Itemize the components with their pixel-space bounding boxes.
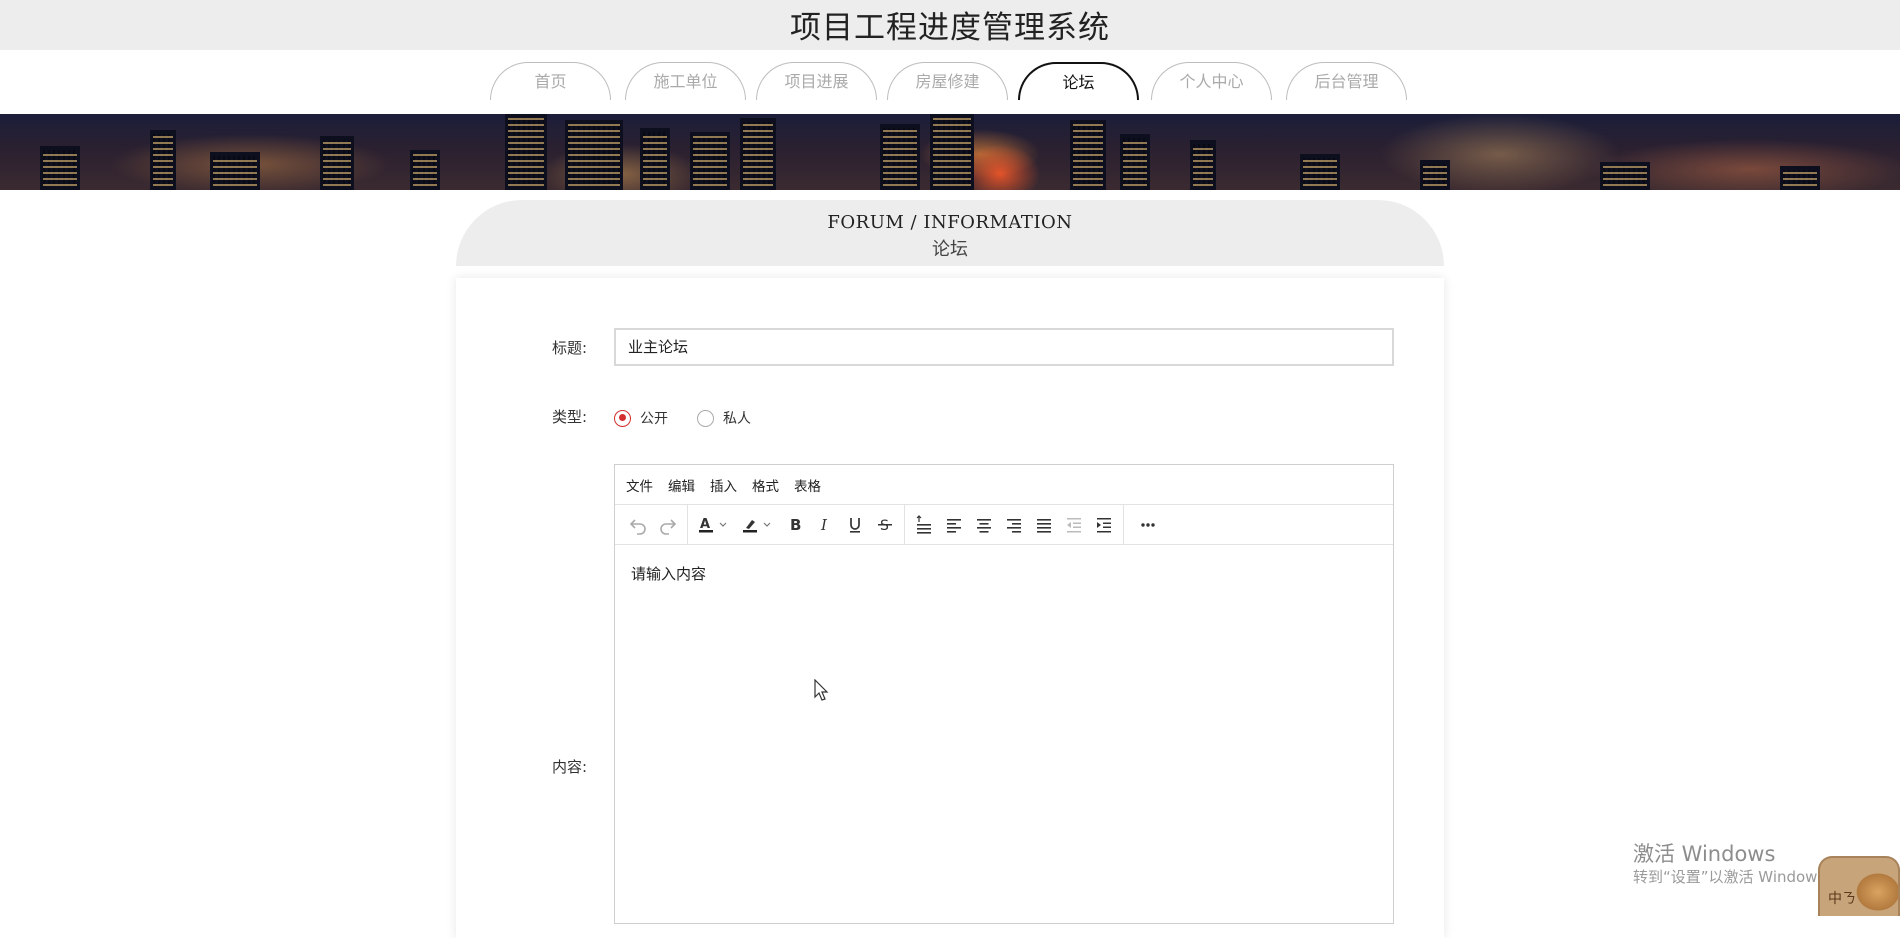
tab-house-building[interactable]: 房屋修建 xyxy=(887,62,1008,100)
section-title-cn: 论坛 xyxy=(932,239,968,260)
toolbar-divider xyxy=(904,505,905,544)
menu-file[interactable]: 文件 xyxy=(626,475,653,495)
align-center-icon[interactable] xyxy=(969,510,999,540)
tab-admin[interactable]: 后台管理 xyxy=(1286,62,1407,100)
rich-text-editor: 文件 编辑 插入 格式 表格 A B I S 请输入内容 xyxy=(614,464,1394,924)
editor-content-area[interactable]: 请输入内容 xyxy=(615,545,1393,602)
app-header: 项目工程进度管理系统 xyxy=(0,0,1900,50)
strikethrough-icon[interactable]: S xyxy=(870,510,900,540)
outdent-icon[interactable] xyxy=(1059,510,1089,540)
tab-construction-units[interactable]: 施工单位 xyxy=(625,62,746,100)
text-color-icon[interactable]: A xyxy=(692,510,736,540)
title-input[interactable]: 业主论坛 xyxy=(614,328,1394,366)
mascot-label: 中ㄋ xyxy=(1828,891,1856,907)
radio-public-circle xyxy=(614,409,631,427)
indent-icon[interactable] xyxy=(1089,510,1119,540)
toolbar-divider xyxy=(687,505,688,544)
windows-activation-hint: 转到“设置”以激活 Windows。 xyxy=(1633,868,1841,886)
align-justify-icon[interactable] xyxy=(1029,510,1059,540)
align-left-icon[interactable] xyxy=(939,510,969,540)
line-height-icon[interactable] xyxy=(909,510,939,540)
radio-private[interactable]: 私人 xyxy=(697,408,751,428)
bold-icon[interactable]: B xyxy=(780,510,810,540)
section-header: FORUM / INFORMATION 论坛 xyxy=(456,200,1444,266)
editor-toolbar: A B I S xyxy=(615,505,1393,545)
undo-icon[interactable] xyxy=(623,510,653,540)
section-title-en: FORUM / INFORMATION xyxy=(827,212,1073,233)
app-title: 项目工程进度管理系统 xyxy=(790,10,1110,46)
radio-public-label: 公开 xyxy=(640,411,668,427)
menu-insert[interactable]: 插入 xyxy=(710,475,737,495)
radio-public[interactable]: 公开 xyxy=(614,408,668,428)
title-label: 标题: xyxy=(552,339,588,357)
type-label: 类型: xyxy=(552,408,588,426)
highlight-color-icon[interactable] xyxy=(736,510,780,540)
main-nav: 首页 施工单位 项目进展 房屋修建 论坛 个人中心 后台管理 xyxy=(0,62,1900,102)
content-label: 内容: xyxy=(552,758,588,776)
italic-icon[interactable]: I xyxy=(810,510,840,540)
radio-private-circle xyxy=(697,409,714,427)
menu-edit[interactable]: 编辑 xyxy=(668,475,695,495)
menu-format[interactable]: 格式 xyxy=(752,475,779,495)
tab-home[interactable]: 首页 xyxy=(490,62,611,100)
toolbar-divider xyxy=(1123,505,1124,544)
mouse-cursor-icon xyxy=(814,679,829,701)
underline-icon[interactable] xyxy=(840,510,870,540)
shiba-mascot-widget[interactable]: 中ㄋ xyxy=(1818,856,1900,916)
editor-menubar: 文件 编辑 插入 格式 表格 xyxy=(615,465,1393,505)
svg-text:I: I xyxy=(820,516,828,534)
svg-text:S: S xyxy=(880,518,889,534)
tab-personal-center[interactable]: 个人中心 xyxy=(1151,62,1272,100)
editor-placeholder: 请输入内容 xyxy=(631,565,707,583)
align-right-icon[interactable] xyxy=(999,510,1029,540)
tab-project-progress[interactable]: 项目进展 xyxy=(756,62,877,100)
windows-activation-title: 激活 Windows xyxy=(1633,842,1776,866)
menu-table[interactable]: 表格 xyxy=(794,475,821,495)
svg-text:B: B xyxy=(790,516,801,534)
tab-forum[interactable]: 论坛 xyxy=(1018,62,1139,100)
svg-text:A: A xyxy=(700,517,710,532)
city-banner-image xyxy=(0,114,1900,190)
radio-private-label: 私人 xyxy=(723,411,751,427)
redo-icon[interactable] xyxy=(653,510,683,540)
more-icon[interactable] xyxy=(1128,510,1168,540)
